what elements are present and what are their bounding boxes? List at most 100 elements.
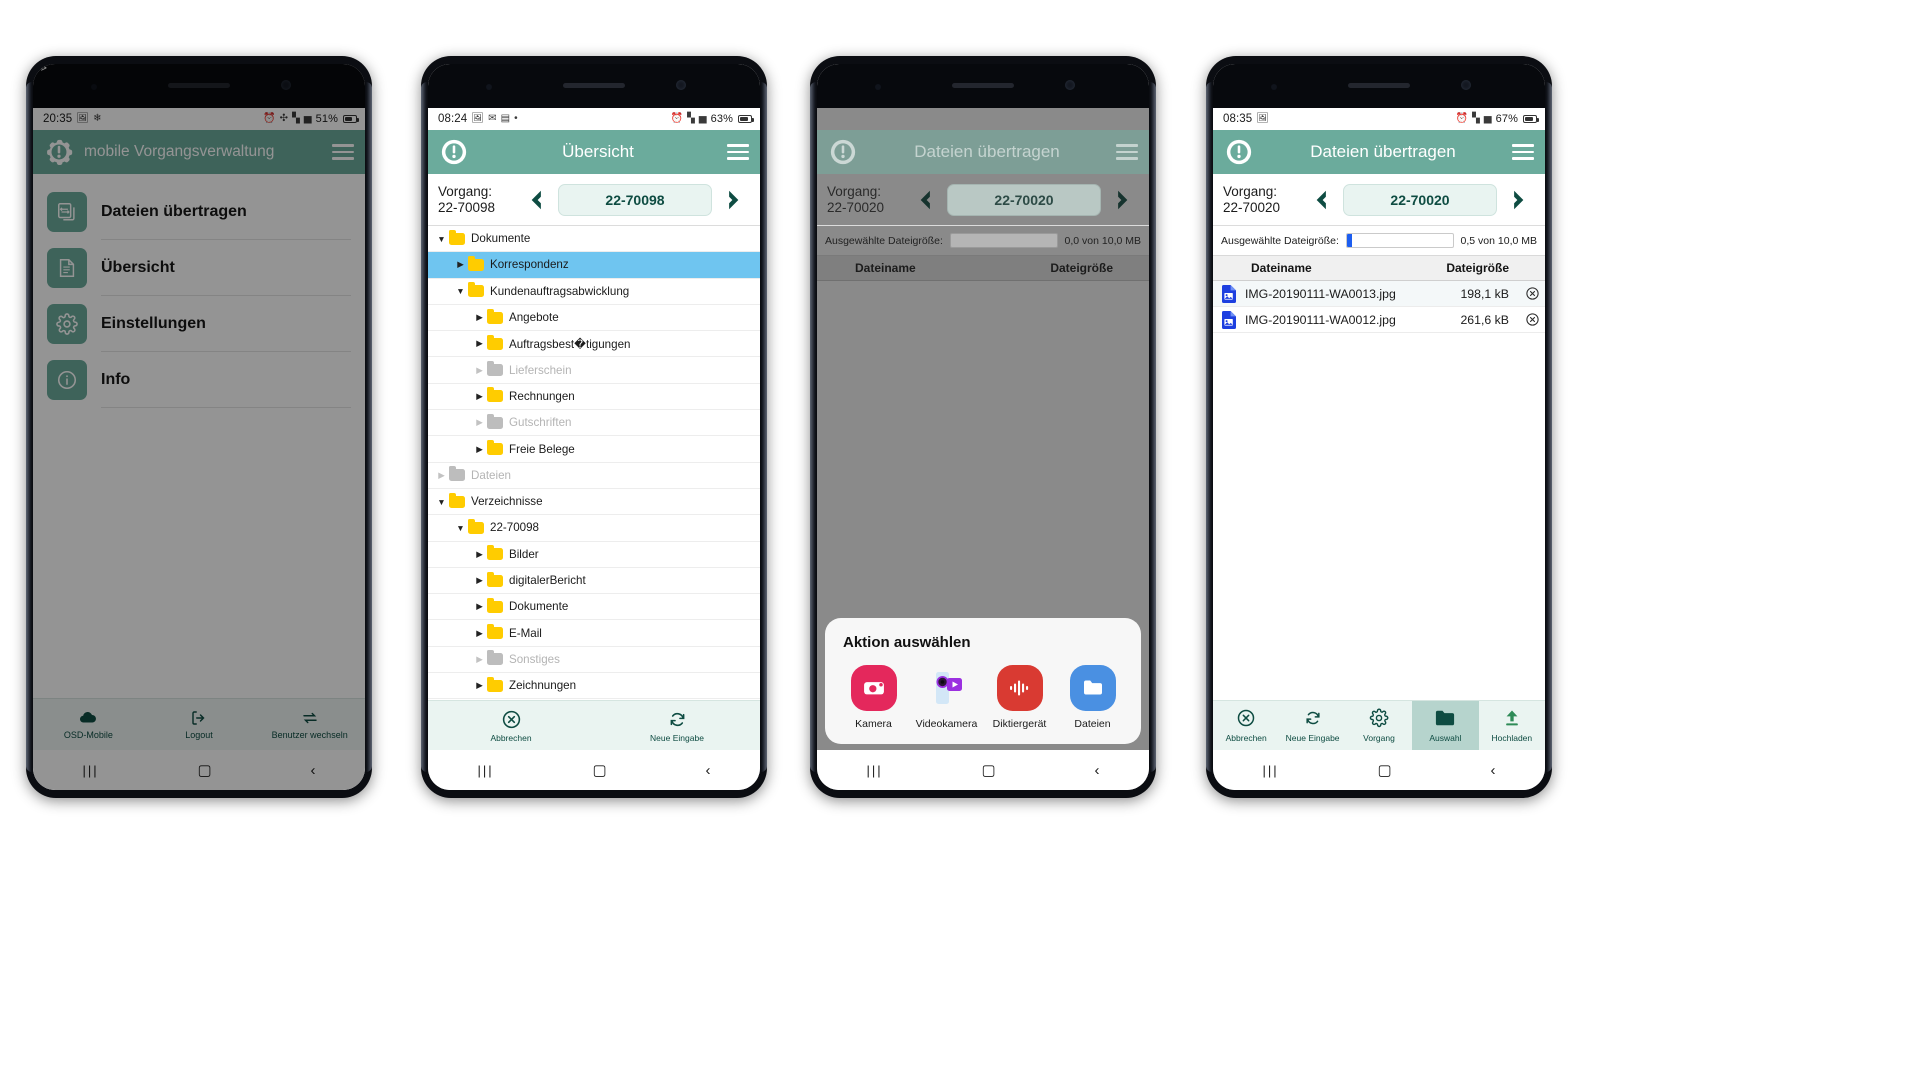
file-row[interactable]: IMG-20190111-WA0012.jpg 261,6 kB [1213,307,1545,333]
phone-4-status-bar: 08:35 🖼 ⏰ ▚ ▅ 67% [1213,108,1545,130]
vorgang-number-field[interactable]: 22-70098 [558,183,712,216]
tree-node: ▶ Sonstiges [428,647,760,674]
tree-node[interactable]: ▶ digitalerBericht [428,568,760,595]
chevron-right-icon[interactable]: ▶ [472,312,487,323]
tree-node[interactable]: ▶ Bilder [428,542,760,568]
chevron-right-icon[interactable] [718,187,750,213]
folder-icon [468,282,484,298]
app-option-label: Diktiergerät [992,718,1047,730]
status-time: 08:35 [1223,113,1253,125]
chevron-right-icon[interactable]: ▶ [472,549,487,560]
tree-node[interactable]: ▼ Kundenauftragsabwicklung [428,279,760,305]
refresh-icon [670,712,684,726]
toolbar-label: Neue Eingabe [1285,733,1340,743]
file-row[interactable]: IMG-20190111-WA0013.jpg 198,1 kB [1213,281,1545,307]
size-progress-bar [1345,233,1454,248]
image-file-icon [1213,284,1245,303]
home-button[interactable]: ▢ [981,763,995,778]
folder-icon [487,597,503,613]
recents-button[interactable]: ||| [477,764,493,777]
chevron-left-icon[interactable] [520,187,552,213]
tree-node[interactable]: ▶ Freie Belege [428,436,760,463]
back-button[interactable]: ‹ [706,763,711,778]
toolbar-vorgang[interactable]: Vorgang [1346,701,1412,750]
tree-node[interactable]: ▶ Dokumente [428,594,760,621]
folder-icon [487,676,503,692]
home-button[interactable]: ▢ [1377,763,1391,778]
tree-node[interactable]: ▶ Rechnungen [428,384,760,411]
hamburger-icon[interactable] [1512,144,1534,160]
chevron-down-icon[interactable]: ▼ [434,234,449,244]
app-option-dateien[interactable]: Dateien [1056,665,1129,730]
tree-node[interactable]: ▶ Zeichnungen [428,673,760,700]
folder-icon [487,387,503,403]
vorgang-number-field[interactable]: 22-70020 [1343,183,1497,216]
tree-node[interactable]: ▼ 22-70098 [428,515,760,542]
column-header-dateiname: Dateiname [855,261,916,275]
hamburger-icon[interactable] [727,144,749,160]
home-button[interactable]: ▢ [592,763,606,778]
app-option-kamera[interactable]: Kamera [837,665,910,730]
toolbar-neue-eingabe[interactable]: Neue Eingabe [594,701,760,750]
tree-node-label: E-Mail [509,626,542,640]
file-size: 198,1 kB [1460,286,1509,301]
tree-node-label: Angebote [509,311,559,325]
gear-exclamation-logo [828,137,858,167]
tree-node[interactable]: ▶ E-Mail [428,620,760,647]
gallery-icon: 🖼 [471,113,485,124]
chevron-down-icon[interactable]: ▼ [453,286,468,296]
back-button[interactable]: ‹ [1491,763,1496,778]
app-title: Übersicht [562,142,634,161]
tree-node[interactable]: ▶ Korrespondenz [428,252,760,279]
column-header-dateiname: Dateiname [1251,261,1312,275]
hamburger-icon[interactable] [1116,144,1138,160]
toolbar-label: Abbrechen [1225,733,1267,743]
chevron-right-icon[interactable]: ▶ [472,628,487,639]
chevron-right-icon[interactable] [1503,187,1535,213]
signal-icon: ▅ [698,113,707,124]
phone-3-vorgang-bar: Vorgang: 22-70020 22-70020 [817,174,1149,226]
chevron-right-icon[interactable]: ▶ [472,338,487,349]
tree-node[interactable]: ▼ Dokumente [428,226,760,253]
chevron-left-icon[interactable] [1305,187,1337,213]
toolbar-neue-eingabe[interactable]: Neue Eingabe [1279,701,1345,750]
chevron-right-icon: ▶ [476,364,483,375]
folder-icon [487,571,503,587]
remove-circle-icon[interactable] [1519,286,1545,301]
toolbar-abbrechen[interactable]: Abbrechen [428,701,594,750]
back-button[interactable]: ‹ [1095,763,1100,778]
recents-button[interactable]: ||| [866,764,882,777]
remove-circle-icon[interactable] [1519,312,1545,327]
chevron-right-icon[interactable] [1107,187,1139,213]
action-sheet-title: Aktion auswählen [843,634,971,651]
tree-node[interactable]: ▼ Verzeichnisse [428,489,760,516]
toolbar-abbrechen[interactable]: Abbrechen [1213,701,1279,750]
vorgang-number-field[interactable]: 22-70020 [947,183,1101,216]
app-option-diktiergeraet[interactable]: Diktiergerät [983,665,1056,730]
chevron-right-icon[interactable]: ▶ [472,680,487,691]
app-option-videokamera[interactable]: Videokamera [910,665,983,730]
tree-node-label: Auftragsbest�tigungen [509,337,631,351]
vorgang-label: Vorgang: 22-70098 [438,183,496,215]
toolbar-auswahl[interactable]: Auswahl [1412,701,1479,750]
tree-node-label: Lieferschein [509,363,572,377]
app-title: Dateien übertragen [914,142,1060,161]
chevron-right-icon[interactable]: ▶ [453,259,468,270]
phone-2-toolbar: Abbrechen Neue Eingabe [428,700,760,750]
chevron-down-icon[interactable]: ▼ [453,523,468,533]
action-sheet: Aktion auswählen Kamera Videokamera Dikt… [825,618,1141,744]
vibrate-icon: ⋙ [33,64,365,790]
chevron-right-icon[interactable]: ▶ [472,575,487,586]
chevron-right-icon[interactable]: ▶ [472,601,487,612]
chevron-right-icon[interactable]: ▶ [472,444,487,455]
chevron-left-icon[interactable] [909,187,941,213]
folder-icon [487,545,503,561]
tree-node[interactable]: ▶ Auftragsbest�tigungen [428,331,760,358]
folder-icon [487,440,503,456]
chevron-right-icon[interactable]: ▶ [472,391,487,402]
phone-4-app-bar: Dateien übertragen [1213,130,1545,174]
tree-node[interactable]: ▶ Angebote [428,305,760,332]
toolbar-hochladen[interactable]: Hochladen [1479,701,1545,750]
chevron-down-icon[interactable]: ▼ [434,497,449,507]
recents-button[interactable]: ||| [1262,764,1278,777]
